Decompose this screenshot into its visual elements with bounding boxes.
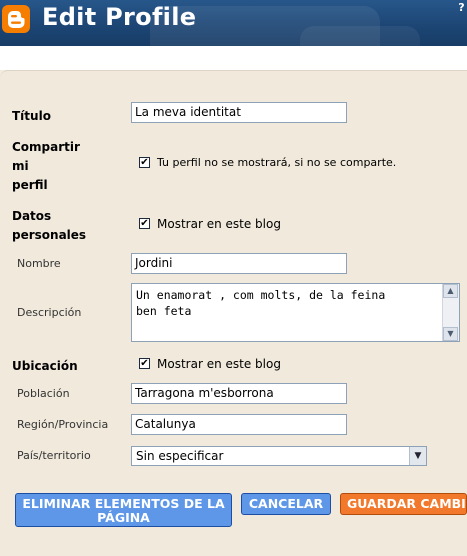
compartir-checkbox[interactable]: ✔ (139, 157, 150, 168)
compartir-label-line2: mi (12, 159, 29, 173)
delete-button-line2: PÁGINA (97, 510, 150, 525)
delete-page-elements-button[interactable]: ELIMINAR ELEMENTOS DE LA PÁGINA (15, 493, 232, 527)
poblacion-input[interactable]: Tarragona m'esborrona (131, 383, 347, 404)
title-bar-decoration (300, 26, 420, 46)
region-label: Región/Provincia (17, 418, 109, 431)
ubicacion-label: Ubicación (12, 359, 78, 373)
datos-label-line2: personales (12, 228, 87, 242)
datos-checkbox[interactable]: ✔ (139, 218, 150, 229)
descripcion-line: Un enamorat , com molts, de la feina (136, 288, 386, 302)
scroll-up-icon[interactable]: ▲ (443, 284, 458, 298)
descripcion-line: ben feta (136, 304, 192, 318)
blogger-logo-icon (2, 5, 30, 33)
page-title: Edit Profile (42, 3, 197, 31)
cancel-button[interactable]: CANCELAR (241, 493, 331, 515)
titulo-label: Título (12, 109, 51, 123)
ubicacion-checkbox[interactable]: ✔ (139, 358, 150, 369)
titulo-input[interactable]: La meva identitat (131, 102, 347, 123)
descripcion-scrollbar[interactable]: ▲ ▼ (442, 284, 459, 341)
save-button[interactable]: GUARDAR CAMBIOS (340, 493, 467, 515)
compartir-label-line3: perfil (12, 178, 48, 192)
region-input[interactable]: Catalunya (131, 414, 347, 435)
pais-select[interactable]: Sin especificar ▼ (131, 446, 427, 466)
pais-selected-value: Sin especificar (136, 449, 224, 463)
scroll-down-icon[interactable]: ▼ (443, 327, 458, 341)
compartir-label-line1: Compartir (12, 140, 80, 154)
header-spacer (0, 46, 467, 70)
nombre-label: Nombre (17, 257, 61, 270)
title-bar: Edit Profile ? (0, 0, 467, 46)
help-icon[interactable]: ? (456, 1, 467, 14)
compartir-checkbox-label: Tu perfil no se mostrará, si no se compa… (157, 156, 397, 169)
delete-button-line1: ELIMINAR ELEMENTOS DE LA (22, 496, 225, 511)
ubicacion-checkbox-label: Mostrar en este blog (157, 357, 281, 371)
datos-checkbox-label: Mostrar en este blog (157, 217, 281, 231)
chevron-down-icon[interactable]: ▼ (409, 447, 426, 465)
nombre-input[interactable]: Jordini (131, 253, 347, 274)
descripcion-label: Descripción (17, 306, 82, 319)
pais-label: País/territorio (17, 449, 91, 462)
poblacion-label: Población (17, 387, 70, 400)
descripcion-textarea[interactable]: Un enamorat , com molts, de la feina ben… (131, 283, 460, 342)
datos-label-line1: Datos (12, 209, 52, 223)
